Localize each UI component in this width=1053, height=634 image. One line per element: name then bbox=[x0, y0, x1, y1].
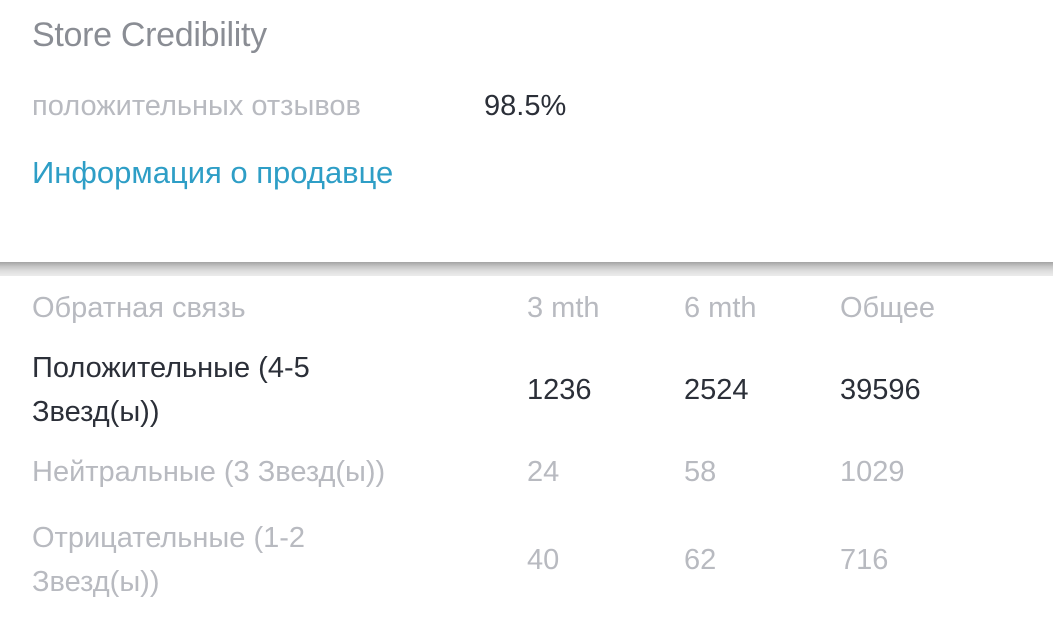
table-row-negative: Отрицательные (1-2 Звезд(ы)) 40 62 716 bbox=[0, 516, 1053, 626]
header-total: Общее bbox=[840, 292, 935, 324]
row-label: Нейтральные (3 Звезд(ы)) bbox=[32, 456, 386, 488]
header-6-months: 6 mth bbox=[684, 292, 757, 324]
header-3-months: 3 mth bbox=[527, 292, 600, 324]
cell-3-months: 24 bbox=[527, 456, 560, 488]
row-label: Положительные (4-5 Звезд(ы)) bbox=[32, 352, 310, 428]
cell-3-months: 40 bbox=[527, 544, 560, 576]
store-credibility-card: Store Credibility положительных отзывов … bbox=[0, 0, 1053, 262]
cell-3-months: 1236 bbox=[527, 374, 592, 406]
table-row-positive: Положительные (4-5 Звезд(ы)) 1236 2524 3… bbox=[0, 340, 1053, 430]
positive-feedback-value: 98.5% bbox=[484, 90, 567, 122]
section-divider bbox=[0, 262, 1053, 276]
store-credibility-title: Store Credibility bbox=[32, 16, 267, 54]
cell-6-months: 2524 bbox=[684, 374, 749, 406]
cell-6-months: 62 bbox=[684, 544, 717, 576]
cell-total: 39596 bbox=[840, 374, 921, 406]
header-feedback: Обратная связь bbox=[32, 292, 246, 324]
cell-total: 716 bbox=[840, 544, 889, 576]
positive-feedback-label: положительных отзывов bbox=[32, 90, 361, 122]
row-label: Отрицательные (1-2 Звезд(ы)) bbox=[32, 522, 306, 598]
table-row-neutral: Нейтральные (3 Звезд(ы)) 24 58 1029 bbox=[0, 430, 1053, 516]
cell-6-months: 58 bbox=[684, 456, 717, 488]
feedback-table: Обратная связь 3 mth 6 mth Общее Положит… bbox=[0, 276, 1053, 626]
table-header-row: Обратная связь 3 mth 6 mth Общее bbox=[0, 276, 1053, 340]
seller-info-link[interactable]: Информация о продавце bbox=[32, 155, 393, 191]
cell-total: 1029 bbox=[840, 456, 905, 488]
